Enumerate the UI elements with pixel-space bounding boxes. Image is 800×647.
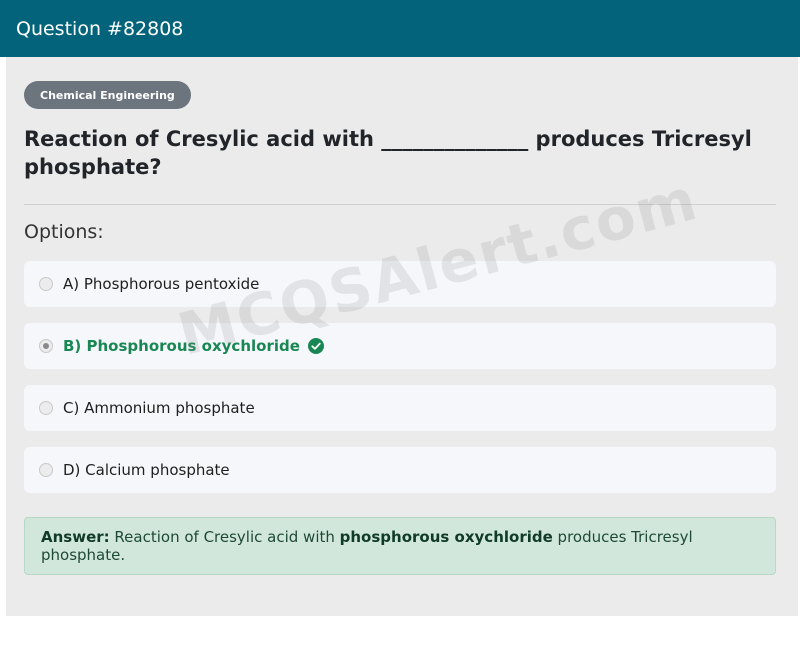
page-header: Question #82808: [0, 0, 800, 57]
question-number-title: Question #82808: [16, 17, 184, 40]
option-d[interactable]: D) Calcium phosphate: [24, 447, 776, 493]
option-b[interactable]: B) Phosphorous oxychloride: [24, 323, 776, 369]
options-label: Options:: [24, 221, 104, 243]
answer-text-before: Reaction of Cresylic acid with: [109, 528, 340, 546]
question-text: Reaction of Cresylic acid with _________…: [24, 127, 752, 179]
radio-button[interactable]: [39, 277, 53, 291]
check-circle-icon: [307, 338, 324, 354]
option-c[interactable]: C) Ammonium phosphate: [24, 385, 776, 431]
option-label: A) Phosphorous pentoxide: [63, 275, 260, 293]
option-a[interactable]: A) Phosphorous pentoxide: [24, 261, 776, 307]
divider: [24, 204, 776, 205]
category-badge[interactable]: Chemical Engineering: [24, 81, 191, 109]
option-label: B) Phosphorous oxychloride: [63, 337, 300, 355]
radio-button[interactable]: [39, 463, 53, 477]
answer-highlight: phosphorous oxychloride: [339, 528, 553, 546]
radio-button-selected[interactable]: [39, 339, 53, 353]
answer-prefix: Answer:: [41, 528, 110, 546]
radio-button[interactable]: [39, 401, 53, 415]
option-label: C) Ammonium phosphate: [63, 399, 255, 417]
answer-box: Answer: Reaction of Cresylic acid with p…: [24, 517, 776, 575]
option-label: D) Calcium phosphate: [63, 461, 230, 479]
